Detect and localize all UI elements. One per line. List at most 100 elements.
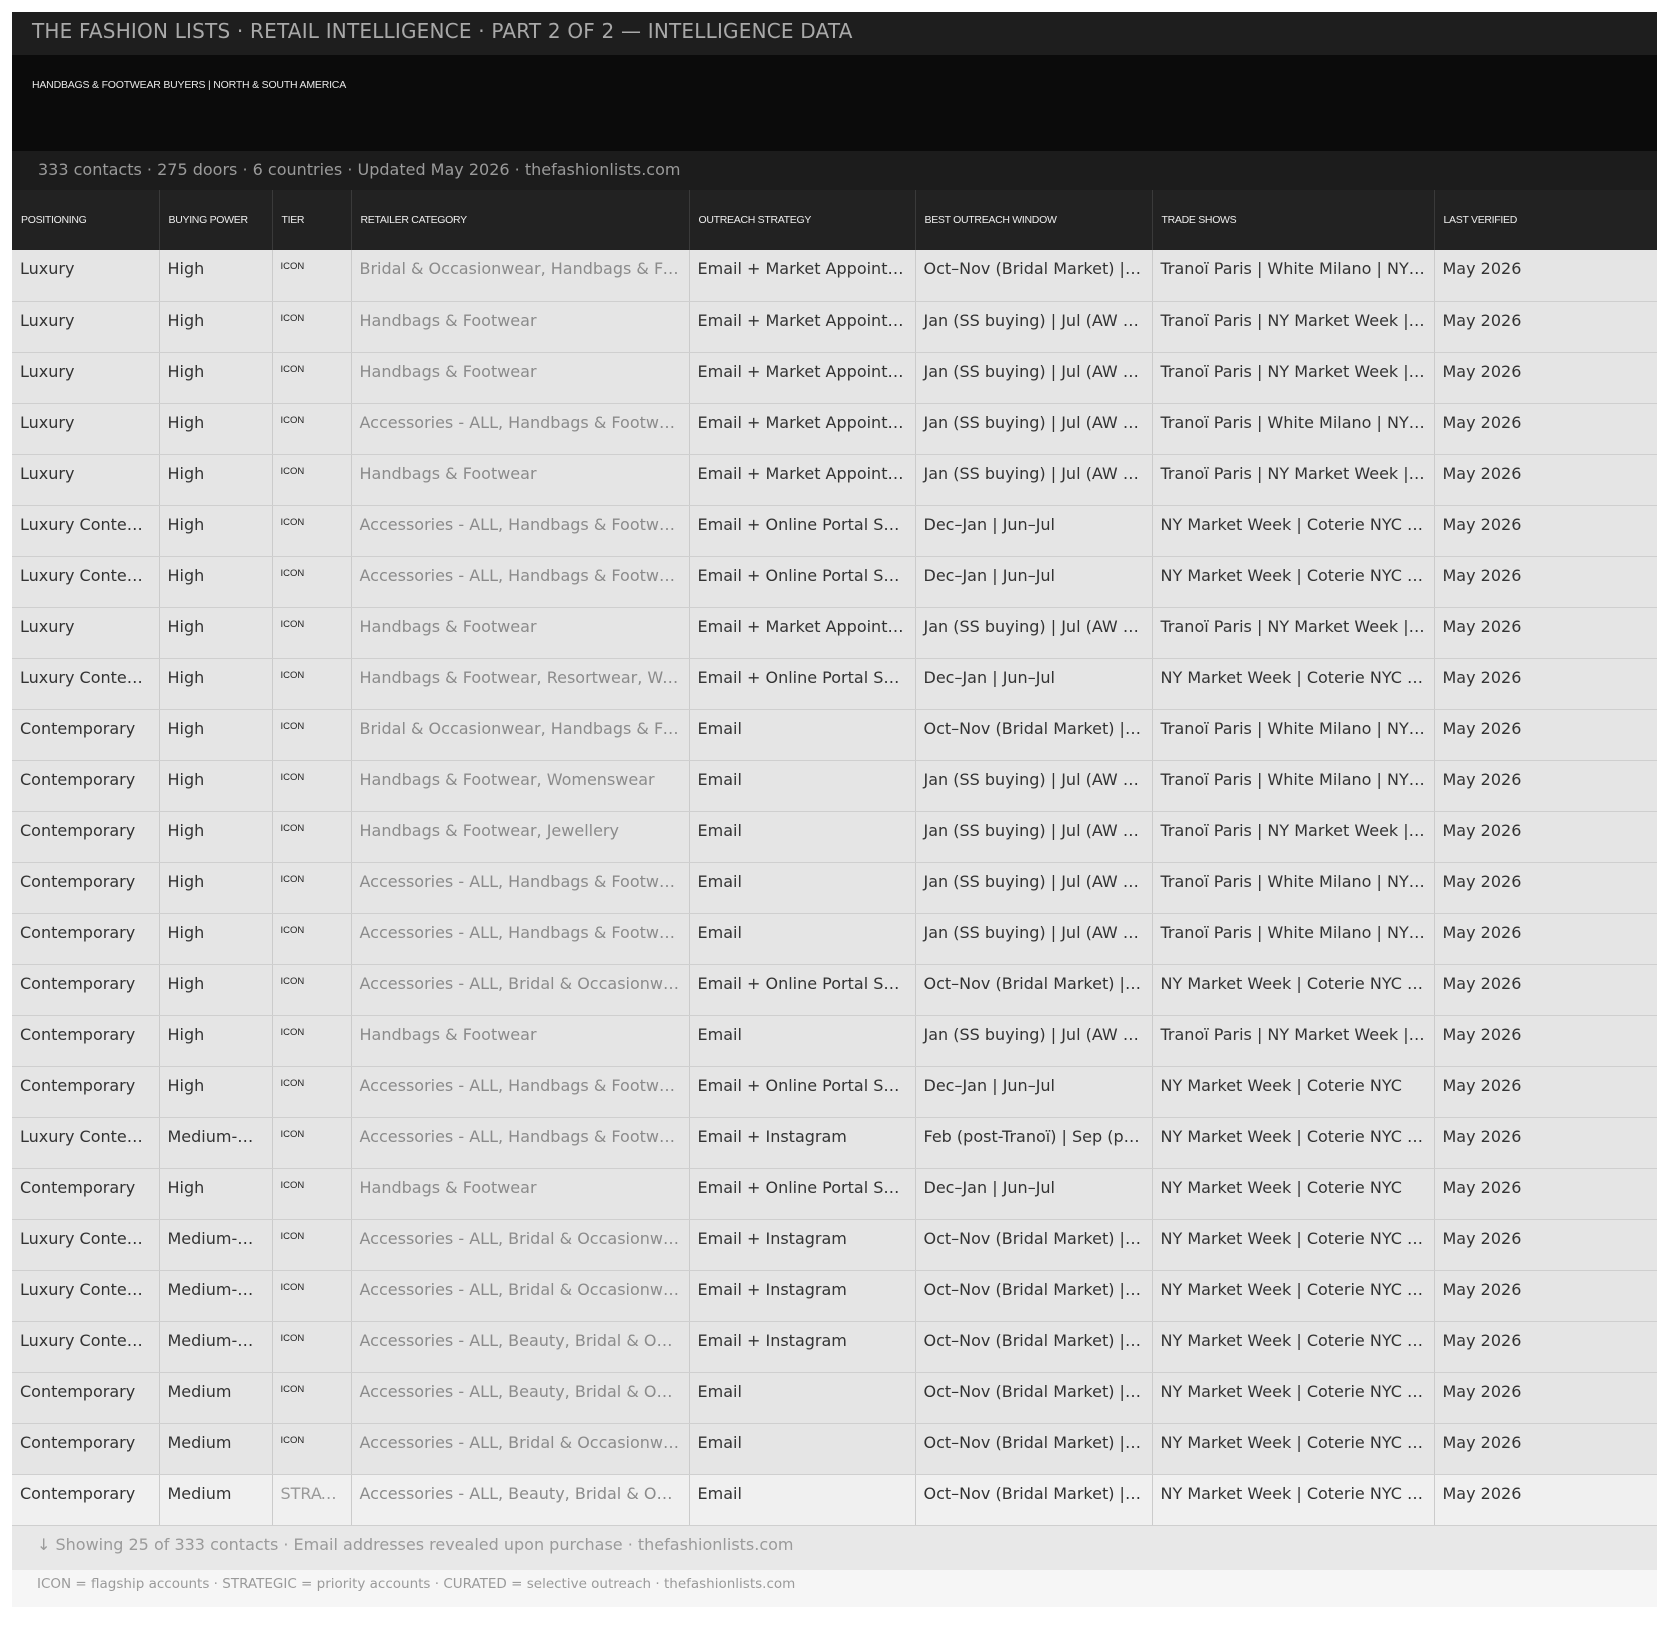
cell-buying-power: High <box>159 862 273 914</box>
cell-outreach-strategy: Email + Online Portal Submission <box>689 1066 916 1118</box>
table-row: ContemporaryMediumSTRATEGICAccessories -… <box>12 1474 1657 1526</box>
cell-outreach-window: Oct–Nov (Bridal Market) | Apr <box>915 1321 1153 1373</box>
cell-buying-power: Medium-High <box>159 1117 273 1169</box>
cell-positioning: Luxury Contemporary <box>12 1117 160 1169</box>
cell-positioning: Luxury Contemporary <box>12 658 160 710</box>
cell-tier: ICON <box>272 658 352 710</box>
cell-outreach-strategy: Email + Market Appointment <box>689 352 916 404</box>
cell-positioning: Luxury Contemporary <box>12 1321 160 1373</box>
table-row: Contemporary High ICON Handbags & Footwear E… <box>12 1015 1657 1067</box>
cell-tier: ICON <box>272 454 352 506</box>
cell-tier: ICON <box>272 301 352 353</box>
cell-outreach-window: Dec–Jan | Jun–Jul <box>915 1066 1153 1118</box>
table-row: Luxury ContemporaryMedium-HighICONAccess… <box>12 1219 1657 1271</box>
cell-trade-shows: Tranoï Paris | NY Market Week | Coterie … <box>1152 301 1435 353</box>
cell-retailer-category: Handbags & Footwear <box>351 1015 690 1067</box>
cell-buying-power: Medium-High <box>159 1321 273 1373</box>
cell-tier: ICON <box>272 1066 352 1118</box>
table-row: Luxury High ICON Handbags & Footwear Email +… <box>12 607 1657 659</box>
cell-buying-power: High <box>159 1015 273 1067</box>
cell-positioning: Contemporary <box>12 1168 160 1220</box>
cell-positioning: Contemporary <box>12 760 160 812</box>
cell-positioning: Contemporary <box>12 1015 160 1067</box>
cell-outreach-window: Jan (SS buying) | Jul (AW buying) <box>915 913 1153 965</box>
cell-retailer-category: Accessories - ALL, Handbags & Footwear <box>351 1066 690 1118</box>
cell-trade-shows: NY Market Week | Coterie NYC | ITS <box>1152 1219 1435 1271</box>
cell-positioning: Contemporary <box>12 1066 160 1118</box>
column-header-retailer-category: RETAILER CATEGORY <box>351 190 690 250</box>
table-row: Luxury High ICON Bridal & Occasionwear, Han… <box>12 250 1657 302</box>
cell-last-verified: May 2026 <box>1434 811 1657 863</box>
cell-outreach-strategy: Email + Instagram <box>689 1270 916 1322</box>
cell-buying-power: High <box>159 811 273 863</box>
cell-retailer-category: Accessories - ALL, Beauty, Bridal & Occa… <box>351 1474 690 1526</box>
cell-positioning: Luxury Contemporary <box>12 1219 160 1271</box>
cell-buying-power: Medium <box>159 1423 273 1475</box>
cell-outreach-strategy: Email + Instagram <box>689 1117 916 1169</box>
cell-positioning: Luxury <box>12 454 160 506</box>
cell-tier: ICON <box>272 607 352 659</box>
summary-stats: 333 contacts · 275 doors · 6 countries ·… <box>12 151 1657 190</box>
cell-outreach-window: Dec–Jan | Jun–Jul <box>915 556 1153 608</box>
cell-buying-power: High <box>159 403 273 455</box>
cell-trade-shows: NY Market Week | Coterie NYC | ITS <box>1152 1270 1435 1322</box>
cell-positioning: Contemporary <box>12 913 160 965</box>
column-header-last-verified: LAST VERIFIED <box>1434 190 1657 250</box>
cell-outreach-strategy: Email + Online Portal Submission <box>689 1168 916 1220</box>
table-row: Luxury ContemporaryHighICONHandbags & Fo… <box>12 658 1657 710</box>
cell-last-verified: May 2026 <box>1434 1321 1657 1373</box>
cell-outreach-strategy: Email <box>689 1015 916 1067</box>
cell-positioning: Luxury Contemporary <box>12 556 160 608</box>
cell-trade-shows: NY Market Week | Coterie NYC | Capsule <box>1152 1117 1435 1169</box>
cell-positioning: Luxury Contemporary <box>12 1270 160 1322</box>
cell-outreach-strategy: Email + Market Appointment <box>689 250 916 302</box>
cell-positioning: Contemporary <box>12 1474 160 1526</box>
cell-last-verified: May 2026 <box>1434 1372 1657 1424</box>
cell-tier: ICON <box>272 913 352 965</box>
cell-outreach-strategy: Email + Instagram <box>689 1321 916 1373</box>
cell-last-verified: May 2026 <box>1434 301 1657 353</box>
cell-positioning: Contemporary <box>12 811 160 863</box>
cell-positioning: Contemporary <box>12 964 160 1016</box>
cell-buying-power: High <box>159 454 273 506</box>
cell-positioning: Luxury <box>12 250 160 302</box>
table-row: Contemporary High ICON Bridal & Occasionwea… <box>12 709 1657 761</box>
cell-last-verified: May 2026 <box>1434 964 1657 1016</box>
cell-outreach-window: Jan (SS buying) | Jul (AW buying) <box>915 454 1153 506</box>
cell-outreach-window: Feb (post-Tranoï) | Sep (post-Tranoï) <box>915 1117 1153 1169</box>
column-header-buying-power: BUYING POWER <box>159 190 273 250</box>
cell-trade-shows: Tranoï Paris | NY Market Week | Coterie … <box>1152 1015 1435 1067</box>
cell-outreach-window: Oct–Nov (Bridal Market) | Apr <box>915 709 1153 761</box>
cell-outreach-strategy: Email <box>689 1423 916 1475</box>
cell-tier: ICON <box>272 250 352 302</box>
cell-outreach-window: Jan (SS buying) | Jul (AW buying) <box>915 811 1153 863</box>
cell-tier: ICON <box>272 964 352 1016</box>
table-row: Contemporary High ICON Accessories - ALL, H… <box>12 913 1657 965</box>
cell-positioning: Luxury Contemporary <box>12 505 160 557</box>
cell-outreach-strategy: Email + Online Portal Submission <box>689 556 916 608</box>
cell-retailer-category: Handbags & Footwear <box>351 454 690 506</box>
cell-tier: ICON <box>272 1015 352 1067</box>
cell-outreach-strategy: Email <box>689 1474 916 1526</box>
cell-trade-shows: Tranoï Paris | White Milano | NY Market … <box>1152 403 1435 455</box>
cell-retailer-category: Handbags & Footwear, Resortwear, Womensw… <box>351 658 690 710</box>
cell-buying-power: High <box>159 352 273 404</box>
cell-last-verified: May 2026 <box>1434 1168 1657 1220</box>
cell-outreach-window: Jan (SS buying) | Jul (AW buying) <box>915 607 1153 659</box>
table-row: Luxury High ICON Accessories - ALL, Handbag… <box>12 403 1657 455</box>
cell-outreach-strategy: Email <box>689 862 916 914</box>
table-row: Luxury ContemporaryMedium-HighICONAccess… <box>12 1270 1657 1322</box>
cell-last-verified: May 2026 <box>1434 607 1657 659</box>
table-row: Contemporary High ICON Handbags & Footwear,… <box>12 811 1657 863</box>
cell-last-verified: May 2026 <box>1434 862 1657 914</box>
cell-tier: ICON <box>272 1270 352 1322</box>
cell-buying-power: High <box>159 913 273 965</box>
cell-retailer-category: Handbags & Footwear <box>351 607 690 659</box>
cell-trade-shows: Tranoï Paris | White Milano | NY Market … <box>1152 862 1435 914</box>
page-subtitle: HANDBAGS & FOOTWEAR BUYERS | NORTH & SOU… <box>12 55 1657 151</box>
cell-outreach-strategy: Email + Market Appointment <box>689 403 916 455</box>
cell-positioning: Contemporary <box>12 709 160 761</box>
cell-tier: ICON <box>272 1117 352 1169</box>
cell-trade-shows: Tranoï Paris | White Milano | NY Market … <box>1152 760 1435 812</box>
column-header-tier: TIER <box>272 190 352 250</box>
